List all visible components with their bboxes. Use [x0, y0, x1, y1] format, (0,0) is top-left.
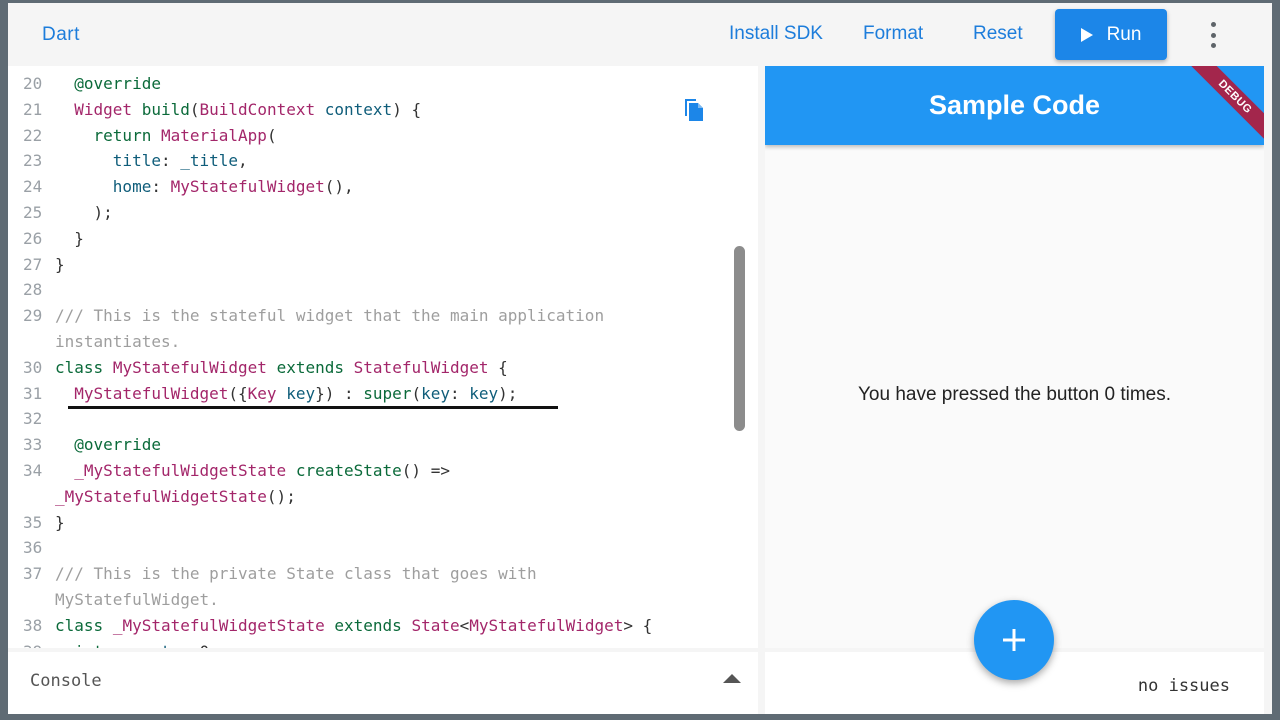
code-text: @override — [74, 435, 161, 455]
code-text: } — [55, 228, 84, 248]
code-text: /// This is the private State class that… — [55, 564, 537, 584]
code-line[interactable]: 28 — [8, 277, 728, 303]
code-text: title: _title, — [112, 151, 248, 171]
chevron-up-icon[interactable] — [723, 674, 741, 683]
line-number: 22 — [23, 125, 43, 145]
code-line[interactable]: 37 /// This is the private State class th… — [8, 561, 728, 587]
code-line[interactable]: 25 ); — [8, 200, 728, 226]
code-line[interactable]: MyStatefulWidget. — [8, 587, 728, 613]
code-line[interactable]: 24 home: MyStatefulWidget(), — [8, 174, 728, 200]
analysis-status: no issues — [1137, 676, 1230, 696]
line-number: 37 — [23, 564, 43, 584]
dartpad-window: Dart Install SDK Format Reset Run 20 @ov… — [8, 3, 1272, 714]
install-sdk-button[interactable]: Install SDK — [729, 23, 823, 45]
increment-fab[interactable] — [974, 600, 1054, 680]
code-text: /// This is the stateful widget that the… — [55, 306, 605, 326]
line-number: 21 — [23, 99, 43, 119]
format-button[interactable]: Format — [863, 23, 923, 45]
app-bar: Sample Code DEBUG — [765, 66, 1264, 150]
app-preview: Sample Code DEBUG You have pressed the b… — [765, 66, 1264, 648]
code-line[interactable]: 21 Widget build(BuildContext context) { — [8, 97, 728, 123]
error-underline — [68, 406, 558, 409]
console-panel[interactable]: Console — [8, 652, 758, 714]
code-text: int _count = 0; — [55, 639, 219, 648]
line-number: 23 — [23, 151, 43, 171]
code-text: @override — [74, 74, 161, 93]
line-number: 33 — [23, 435, 43, 455]
code-line[interactable]: 33 @override — [8, 432, 728, 458]
brand-title[interactable]: Dart — [42, 24, 80, 46]
line-number: 34 — [23, 461, 43, 480]
code-line[interactable]: _MyStatefulWidgetState(); — [8, 484, 728, 510]
top-toolbar: Dart Install SDK Format Reset Run — [8, 3, 1272, 65]
run-button[interactable]: Run — [1055, 9, 1167, 60]
code-line[interactable]: instantiates. — [8, 329, 728, 355]
line-number: 31 — [23, 383, 43, 403]
code-line[interactable]: 31 MyStatefulWidget({Key key}) : super(k… — [8, 381, 728, 407]
code-text: } — [55, 512, 65, 532]
line-number: 27 — [23, 254, 43, 274]
line-number: 26 — [23, 228, 43, 248]
line-number: 32 — [23, 409, 43, 429]
code-line[interactable]: 34 _MyStatefulWidgetState createState() … — [8, 458, 728, 484]
code-line[interactable]: 36 — [8, 535, 728, 561]
code-text: Widget build(BuildContext context) { — [74, 99, 422, 119]
code-text: class MyStatefulWidget extends StatefulW… — [55, 357, 508, 377]
code-line[interactable]: 32 — [8, 406, 728, 432]
line-number: 36 — [23, 538, 43, 558]
code-text: ); — [55, 203, 113, 222]
code-text: MyStatefulWidget. — [55, 590, 219, 609]
code-line[interactable]: 38 class _MyStatefulWidgetState extends S… — [8, 613, 728, 639]
code-line[interactable]: 39 int _count = 0; — [8, 639, 728, 648]
code-text: } — [55, 254, 65, 274]
line-number: 38 — [23, 615, 43, 635]
code-text: class _MyStatefulWidgetState extends Sta… — [55, 615, 653, 635]
copy-icon[interactable] — [682, 96, 704, 122]
run-label: Run — [1106, 23, 1142, 45]
line-number: 20 — [23, 74, 43, 93]
line-number: 35 — [23, 512, 43, 532]
code-line[interactable]: 35} — [8, 510, 728, 536]
editor-scrollbar[interactable] — [734, 246, 745, 431]
line-number: 28 — [23, 280, 43, 300]
code-text: instantiates. — [55, 332, 181, 351]
more-options-icon[interactable] — [1202, 22, 1224, 48]
line-number: 39 — [23, 639, 47, 648]
line-number: 25 — [23, 203, 43, 222]
code-text: _MyStatefulWidgetState createState() => — [74, 461, 450, 480]
line-number: 30 — [23, 357, 43, 377]
code-line[interactable]: 23 title: _title, — [8, 148, 728, 174]
code-line[interactable]: 30 class MyStatefulWidget extends Statefu… — [8, 355, 728, 381]
play-icon — [1080, 27, 1093, 42]
line-number: 24 — [23, 177, 43, 197]
counter-text: You have pressed the button 0 times. — [857, 384, 1171, 405]
app-bar-title: Sample Code — [928, 90, 1101, 120]
code-line[interactable]: 27} — [8, 252, 728, 278]
code-text: home: MyStatefulWidget(), — [112, 177, 354, 197]
console-label: Console — [30, 671, 102, 691]
code-editor[interactable]: 20 @override 21 Widget build(BuildContext… — [8, 66, 758, 648]
line-number: 29 — [23, 306, 43, 326]
code-line[interactable]: 20 @override — [8, 71, 728, 97]
code-text: MyStatefulWidget({Key key}) : super(key:… — [74, 383, 518, 403]
reset-button[interactable]: Reset — [973, 23, 1023, 45]
code-line[interactable]: 29 /// This is the stateful widget that t… — [8, 303, 728, 329]
code-text: _MyStatefulWidgetState(); — [55, 486, 296, 506]
code-line[interactable]: 26 } — [8, 226, 728, 252]
code-text: return MaterialApp( — [93, 125, 277, 145]
code-line[interactable]: 22 return MaterialApp( — [8, 123, 728, 149]
